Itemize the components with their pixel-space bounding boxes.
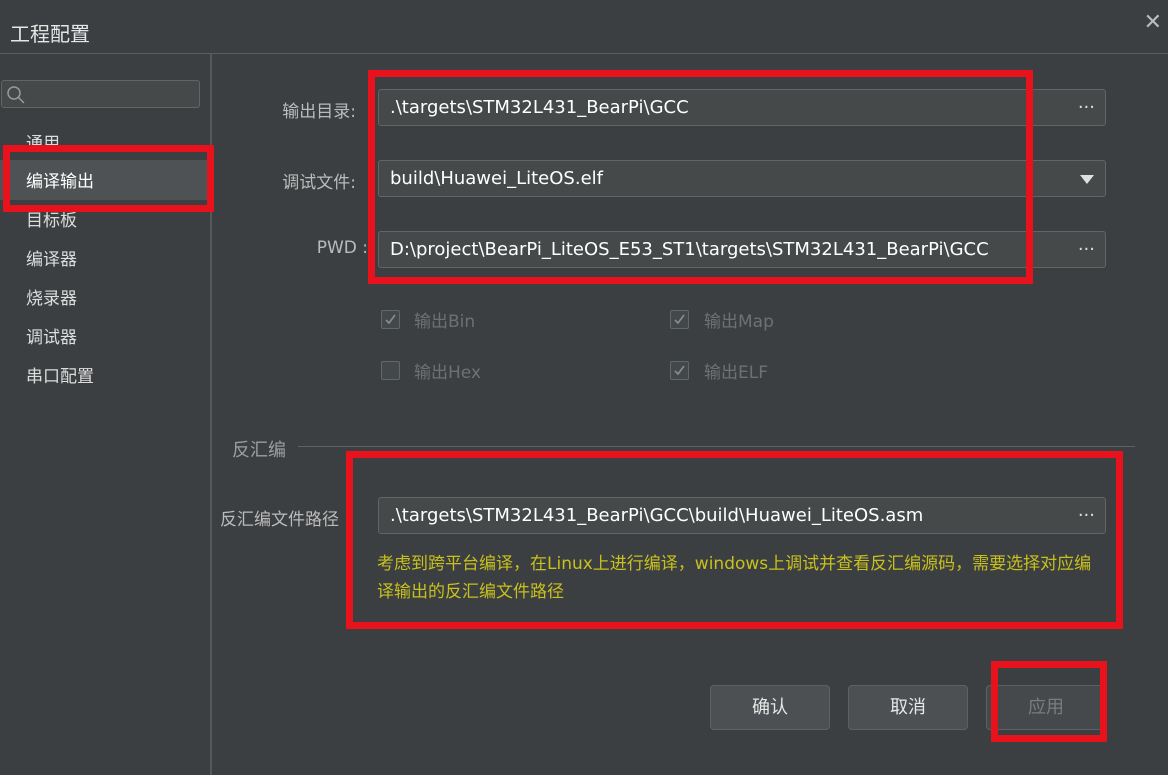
pwd-label: PWD : — [316, 238, 368, 258]
output-dir-browse-button[interactable]: ··· — [1078, 90, 1095, 125]
pwd-field[interactable]: D:\project\BearPi_LiteOS_E53_ST1\targets… — [378, 231, 1106, 268]
chevron-down-icon[interactable] — [1080, 175, 1094, 184]
checkmark-icon — [674, 314, 685, 325]
output-bin-label: 输出Bin — [414, 312, 476, 332]
output-dir-value: .\targets\STM32L431_BearPi\GCC — [390, 97, 689, 118]
output-map-checkbox[interactable] — [670, 310, 689, 329]
output-hex-label: 输出Hex — [414, 363, 482, 383]
window-title: 工程配置 — [10, 22, 90, 46]
output-bin-checkbox[interactable] — [381, 310, 400, 329]
sidebar-item-flasher[interactable]: 烧录器 — [26, 289, 77, 309]
checkmark-icon — [674, 365, 685, 376]
sidebar-item-debugger[interactable]: 调试器 — [26, 328, 77, 348]
search-input[interactable] — [1, 80, 200, 108]
checkmark-icon — [385, 314, 396, 325]
group-divider — [298, 446, 1135, 447]
ok-button[interactable]: 确认 — [710, 685, 830, 730]
sidebar-item-general[interactable]: 通用 — [26, 134, 60, 154]
output-elf-label: 输出ELF — [704, 363, 768, 383]
sidebar-item-compiler[interactable]: 编译器 — [26, 250, 77, 270]
sidebar-item-build-output[interactable]: 编译输出 — [26, 172, 94, 192]
output-dir-label: 输出目录: — [282, 102, 356, 122]
pwd-value: D:\project\BearPi_LiteOS_E53_ST1\targets… — [390, 239, 989, 260]
disasm-group-title: 反汇编 — [232, 440, 286, 461]
debug-file-value: build\Huawei_LiteOS.elf — [390, 168, 603, 189]
sidebar: 通用 编译输出 目标板 编译器 烧录器 调试器 串口配置 — [0, 54, 210, 775]
debug-file-label: 调试文件: — [282, 173, 356, 193]
output-dir-field[interactable]: .\targets\STM32L431_BearPi\GCC ··· — [378, 89, 1106, 126]
output-hex-checkbox[interactable] — [381, 361, 400, 380]
output-elf-checkbox[interactable] — [670, 361, 689, 380]
sidebar-item-serial-config[interactable]: 串口配置 — [26, 367, 94, 387]
apply-button[interactable]: 应用 — [986, 685, 1106, 730]
disasm-path-value: .\targets\STM32L431_BearPi\GCC\build\Hua… — [390, 505, 924, 526]
disasm-path-field[interactable]: .\targets\STM32L431_BearPi\GCC\build\Hua… — [378, 497, 1106, 534]
pwd-browse-button[interactable]: ··· — [1078, 232, 1095, 267]
debug-file-select[interactable]: build\Huawei_LiteOS.elf — [378, 160, 1106, 197]
close-icon[interactable]: ✕ — [1144, 10, 1162, 35]
sidebar-item-target-board[interactable]: 目标板 — [26, 211, 77, 231]
disasm-browse-button[interactable]: ··· — [1078, 498, 1095, 533]
cancel-button[interactable]: 取消 — [848, 685, 968, 730]
search-icon — [7, 86, 25, 104]
output-map-label: 输出Map — [704, 312, 774, 332]
title-bar: 工程配置 ✕ — [0, 0, 1168, 54]
disasm-path-label: 反汇编文件路径 — [220, 510, 339, 530]
disasm-hint-text: 考虑到跨平台编译，在Linux上进行编译，windows上调试并查看反汇编源码，… — [377, 554, 1092, 602]
sidebar-divider — [210, 54, 212, 775]
